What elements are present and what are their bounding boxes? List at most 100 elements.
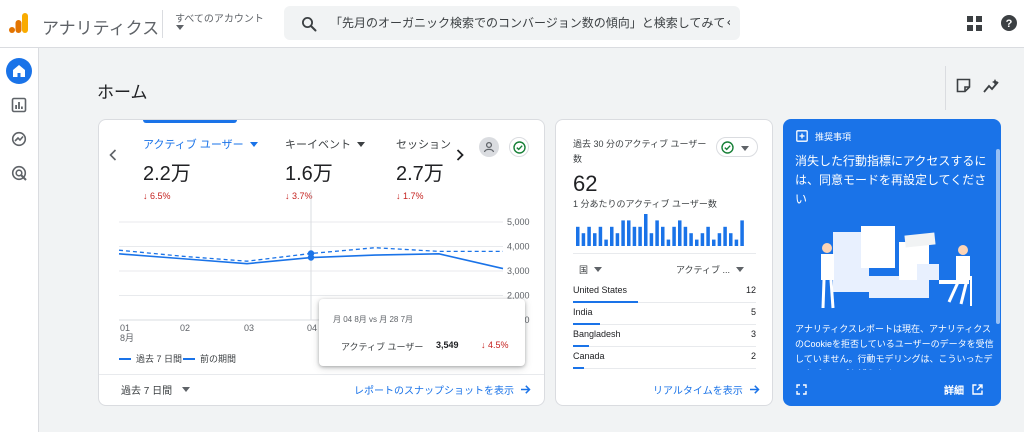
check-icon (513, 141, 526, 154)
analytics-logo[interactable] (8, 12, 30, 34)
realtime-status-badge[interactable] (716, 137, 758, 157)
help-icon[interactable]: ? (1001, 15, 1017, 31)
view-snapshot-link[interactable]: レポートのスナップショットを表示 (354, 382, 531, 397)
nav-home-button[interactable] (6, 58, 32, 84)
per-minute-bar[interactable] (632, 226, 637, 246)
tooltip-title: 月 04 8月 vs 月 28 7月 (333, 315, 414, 324)
per-minute-bar[interactable] (695, 239, 699, 246)
recommendation-illustration (821, 226, 972, 309)
recommendation-title: 消失した行動指標にアクセスするには、同意モードを再設定してください (795, 154, 987, 206)
details-label: 詳細 (944, 386, 964, 397)
search-box[interactable] (284, 6, 740, 40)
country-column-header[interactable]: 国 (579, 263, 603, 276)
per-minute-bar[interactable] (655, 220, 659, 246)
data-point[interactable] (307, 250, 315, 257)
per-minute-bar[interactable] (598, 226, 603, 246)
trend-icon[interactable] (983, 78, 1001, 94)
nav-explore-button[interactable] (6, 126, 32, 152)
users-column-header[interactable]: アクティブ ... (676, 263, 745, 276)
metric-value: 2.7万 (396, 163, 444, 185)
legend-label: 過去 7 日間 (136, 354, 183, 364)
per-minute-bar[interactable] (604, 239, 608, 246)
per-minute-bar[interactable] (723, 226, 727, 246)
per-minute-bar[interactable] (615, 233, 620, 246)
compare-button[interactable] (479, 137, 499, 157)
chevron-left-icon[interactable] (108, 148, 118, 162)
metric-sessions-label[interactable]: セッション (396, 136, 451, 152)
metric-value: 1.6万 (285, 163, 333, 185)
per-minute-bar[interactable] (729, 233, 733, 246)
account-selector[interactable]: すべてのアカウント (175, 10, 264, 25)
per-minute-bar[interactable] (649, 233, 654, 246)
arrow-forward-icon (521, 385, 531, 394)
top-bar: アナリティクス すべてのアカウント ? (0, 0, 1024, 48)
arrow-forward-icon (749, 385, 760, 394)
view-realtime-link[interactable]: リアルタイムを表示 (653, 382, 760, 397)
divider (573, 253, 756, 254)
country-row[interactable]: United States 12 (573, 281, 756, 303)
country-name: United States (573, 285, 628, 295)
details-link[interactable]: 詳細 (944, 382, 983, 397)
per-minute-bar[interactable] (610, 226, 614, 246)
per-minute-bar[interactable] (672, 226, 676, 246)
chevron-down-icon (249, 141, 258, 147)
country-row[interactable]: Canada 2 (573, 347, 756, 369)
tooltip-delta-value: 4.5% (488, 340, 509, 350)
per-minute-bar[interactable] (734, 239, 739, 246)
metric-label-text: キーイベント (285, 139, 351, 151)
per-minute-bar[interactable] (576, 226, 580, 246)
scrollbar[interactable] (996, 149, 1000, 324)
metric-value: 2.2万 (143, 163, 191, 185)
recommendation-card[interactable]: 推奨事項 消失した行動指標にアクセスするには、同意モードを再設定してください ア… (783, 119, 1001, 406)
x-tick-label: 04 (307, 323, 318, 333)
divider (99, 374, 544, 375)
per-minute-bar[interactable] (712, 239, 716, 246)
country-row[interactable]: Bangladesh 3 (573, 325, 756, 347)
search-icon[interactable] (301, 16, 317, 32)
per-minute-bar[interactable] (644, 214, 648, 246)
tooltip-value: 3,549 (436, 340, 459, 350)
apps-grid-icon[interactable] (967, 16, 982, 31)
x-tick-label: 01 8月 (120, 323, 135, 343)
search-input[interactable] (330, 6, 730, 40)
metric-active-users-label[interactable]: アクティブ ユーザー (143, 136, 258, 152)
per-minute-bar[interactable] (683, 226, 688, 246)
per-minute-bar[interactable] (581, 233, 586, 246)
country-count: 2 (750, 351, 756, 361)
insights-icon[interactable] (956, 78, 971, 93)
per-minute-bar[interactable] (666, 239, 671, 246)
per-minute-bar[interactable] (740, 220, 744, 246)
per-minute-bar[interactable] (593, 233, 597, 246)
view-realtime-label: リアルタイムを表示 (653, 386, 743, 397)
per-minute-bar[interactable] (678, 220, 682, 246)
data-quality-badge[interactable] (509, 137, 529, 157)
country-count: 3 (750, 329, 756, 339)
per-minute-bar[interactable] (706, 226, 710, 246)
per-minute-bar[interactable] (627, 220, 631, 246)
chevron-down-icon (741, 146, 749, 151)
per-minute-bar[interactable] (621, 220, 625, 246)
active-metric-indicator (143, 120, 237, 123)
per-minute-bar[interactable] (717, 233, 722, 246)
x-tick-label: 02 (180, 323, 191, 333)
chevron-right-icon[interactable] (455, 148, 465, 162)
nav-reports-button[interactable] (6, 92, 32, 118)
left-nav (0, 48, 39, 432)
nav-advertising-button[interactable] (6, 160, 32, 186)
per-minute-bar[interactable] (638, 226, 642, 246)
country-row[interactable]: India 5 (573, 303, 756, 325)
per-minute-bar[interactable] (661, 226, 665, 246)
expand-icon[interactable] (796, 384, 807, 395)
per-minute-bar[interactable] (587, 226, 591, 246)
y-tick-label: 4,000 (507, 242, 530, 252)
check-icon (721, 141, 734, 154)
chevron-down-icon (736, 267, 745, 272)
chevron-down-icon (594, 267, 603, 272)
per-minute-bar[interactable] (700, 233, 705, 246)
chevron-down-icon[interactable] (176, 25, 184, 30)
metric-key-events-label[interactable]: キーイベント (285, 136, 365, 152)
per-minute-bar[interactable] (689, 233, 693, 246)
open-in-new-icon (972, 384, 983, 395)
date-range-select[interactable]: 過去 7 日間 (121, 382, 191, 397)
home-icon (13, 65, 25, 77)
